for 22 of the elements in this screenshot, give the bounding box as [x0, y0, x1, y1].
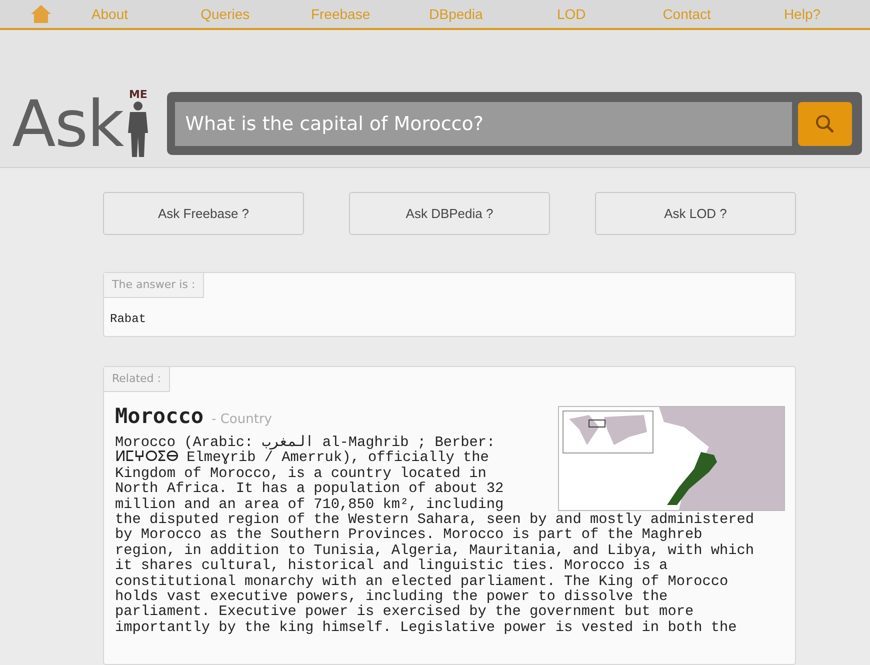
logo-text: Ask	[12, 93, 124, 157]
nav-link[interactable]: Contact	[629, 6, 745, 22]
search-field[interactable]: What is the capital of Morocco?	[175, 102, 792, 146]
related-label: Related :	[104, 367, 170, 392]
entity-type: - Country	[212, 412, 272, 427]
nav-link[interactable]: Help?	[744, 6, 860, 22]
ask-button[interactable]: Ask DBPedia ?	[349, 192, 550, 235]
nav-link[interactable]: LOD	[514, 6, 630, 22]
ask-button[interactable]: Ask Freebase ?	[103, 192, 304, 235]
person-icon	[127, 101, 150, 157]
nav-link[interactable]: DBpedia	[398, 6, 514, 22]
entity-title: Morocco	[115, 404, 204, 428]
answer-text: Rabat	[109, 311, 148, 328]
search-button[interactable]	[798, 102, 852, 146]
logo-label: ME	[128, 89, 148, 101]
nav-link[interactable]: Queries	[167, 6, 283, 22]
nav-link[interactable]: Freebase	[282, 6, 398, 22]
answer-label: The answer is :	[104, 273, 204, 298]
ask-button[interactable]: Ask LOD ?	[595, 192, 796, 235]
description-text: the disputed region of the Western Sahara, seen by and mostly administered by Morocco as the Southern Provinces. Morocco is part of the Maghreb region, in addition to Tunisia, Algeria, Mauritania, and Libya, with which it shares cultural, historical and linguistic ties. Morocco is a constitutional monarchy with an elected parliament. The King of Morocco holds vast executive powers, including the power to dissolve the parliament. Executive power is exercised by the government but more importantly by the king himself. Legislative power is vested in both the	[115, 513, 756, 636]
nav-link[interactable]: About	[52, 6, 168, 22]
search-icon	[815, 114, 835, 134]
